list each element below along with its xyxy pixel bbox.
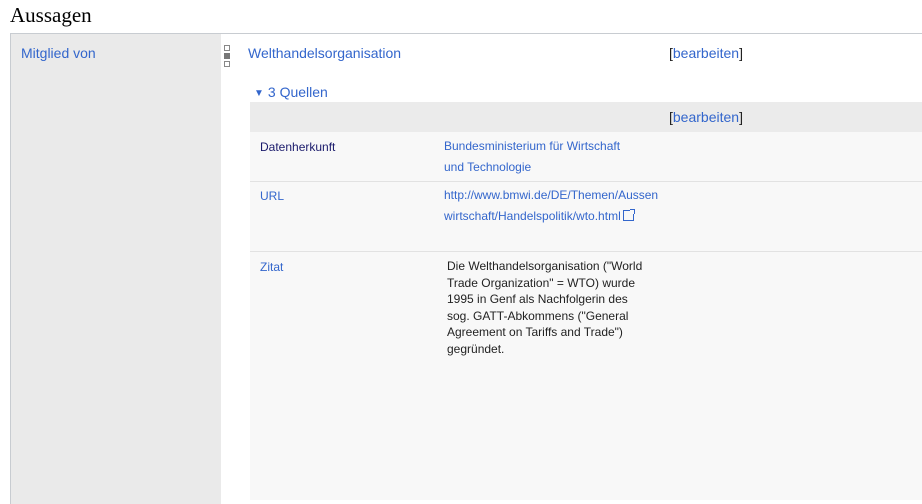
snak-value-link[interactable]: Bundesministerium für Wirtschaft und Tech… [444, 139, 620, 174]
snak-property-link[interactable]: Zitat [260, 260, 283, 274]
section-title: Aussagen [10, 3, 92, 27]
reference-row-datenherkunft: Datenherkunft Bundesministerium für Wirt… [250, 132, 922, 182]
reference-header: [bearbeiten] [250, 102, 922, 132]
statement-group: Mitglied von Welthandelsorganisation [be… [10, 33, 922, 504]
references-panel: [bearbeiten] Datenherkunft Bundesministe… [250, 102, 922, 500]
reference-edit-link[interactable]: bearbeiten [673, 109, 739, 125]
statement-value-link[interactable]: Welthandelsorganisation [248, 45, 401, 61]
snak-quote-text: Die Welthandelsorganisation ("World Trad… [447, 259, 643, 356]
references-toggle[interactable]: ▼ 3 Quellen [254, 84, 328, 100]
snak-property-link[interactable]: URL [260, 189, 284, 203]
statement-edit: [bearbeiten] [669, 45, 743, 61]
rank-normal-icon[interactable] [224, 53, 230, 59]
snak-property-link[interactable]: Datenherkunft [260, 140, 335, 154]
rank-selector[interactable] [224, 45, 232, 69]
snak-value-line: Bundesministerium für Wirtschaft [444, 139, 621, 153]
rank-preferred-icon[interactable] [224, 45, 230, 51]
reference-row-zitat: Zitat Die Welthandelsorganisation ("Worl… [250, 252, 922, 500]
property-link[interactable]: Mitglied von [21, 45, 96, 61]
snak-value: Bundesministerium für Wirtschaft und Tech… [444, 136, 660, 178]
triangle-down-icon: ▼ [254, 88, 264, 99]
reference-edit: [bearbeiten] [669, 109, 743, 125]
external-link-icon [622, 209, 635, 221]
statement-edit-link[interactable]: bearbeiten [673, 45, 739, 61]
property-panel: Mitglied von [11, 34, 221, 504]
reference-row-url: URL http://www.bmwi.de/DE/Themen/Aussenw… [250, 182, 922, 252]
snak-value: http://www.bmwi.de/DE/Themen/Aussenwirts… [444, 185, 660, 227]
rank-deprecated-icon[interactable] [224, 61, 230, 67]
references-toggle-label: 3 Quellen [267, 84, 328, 100]
edit-bracket-close: ] [739, 109, 743, 125]
edit-bracket-close: ] [739, 45, 743, 61]
snak-value-line: und Technologie [444, 160, 532, 174]
